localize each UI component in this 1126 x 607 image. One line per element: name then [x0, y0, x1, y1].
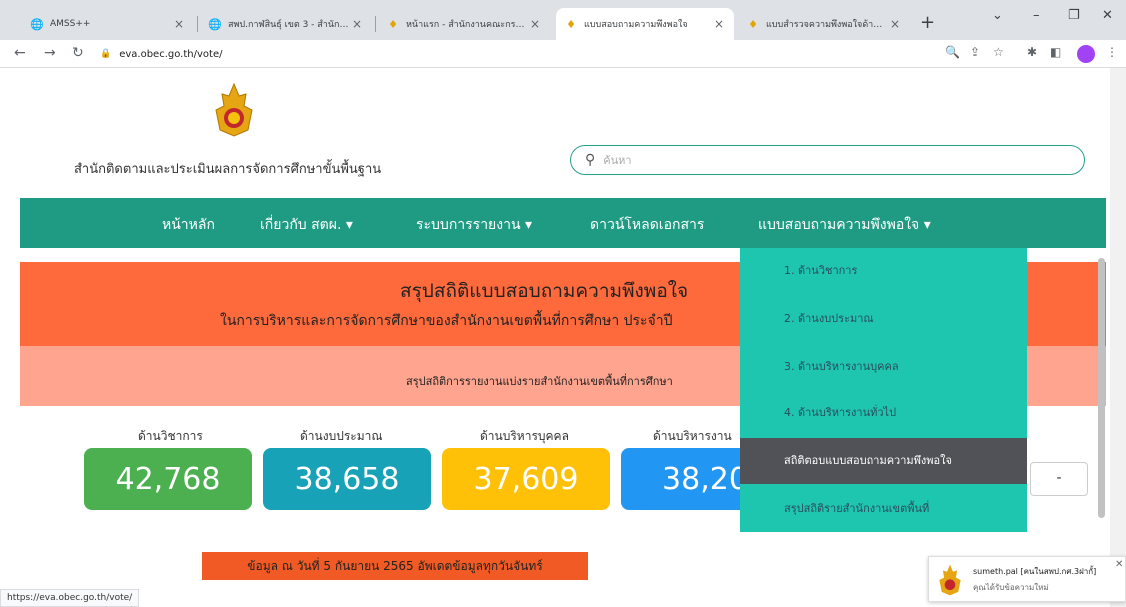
browser-tab-active[interactable]: ♦ แบบสอบถามความพึงพอใจ × — [556, 8, 734, 40]
bookmark-star-icon[interactable]: ☆ — [993, 45, 1004, 59]
main-nav: หน้าหลัก เกี่ยวกับ สตผ. ▾ ระบบการรายงาน … — [20, 198, 1106, 248]
select-box[interactable]: - — [1030, 462, 1088, 496]
dropdown-item-budget[interactable]: 2. ด้านงบประมาณ — [740, 296, 1027, 342]
close-tab-icon[interactable]: × — [172, 17, 186, 31]
stat-label: ด้านวิชาการ — [138, 429, 203, 443]
close-tab-icon[interactable]: × — [350, 17, 364, 31]
tab-title: AMSS++ — [50, 19, 91, 29]
extensions-icon[interactable]: ✱ — [1027, 45, 1037, 59]
close-tab-icon[interactable]: × — [888, 17, 902, 31]
nav-reports[interactable]: ระบบการรายงาน ▾ — [416, 214, 532, 236]
dropdown-item-academic[interactable]: 1. ด้านวิชาการ — [740, 248, 1027, 294]
url-text: eva.obec.go.th/vote/ — [119, 48, 223, 60]
menu-icon[interactable]: ⋮ — [1106, 45, 1118, 59]
notification-sender: sumeth.pal [คนในสพป.กศ.3ฝากั้] — [973, 567, 1097, 576]
dropdown-item-personnel[interactable]: 3. ด้านบริหารงานบุคคล — [740, 344, 1027, 390]
browser-tab[interactable]: ♦ หน้าแรก - สำนักงานคณะกรรมการ × — [378, 8, 550, 40]
search-placeholder: ค้นหา — [603, 154, 632, 167]
inner-scrollbar-thumb[interactable] — [1098, 258, 1105, 518]
stat-label: ด้านบริหารงาน — [653, 429, 732, 443]
tab-title: แบบสำรวจความพึงพอใจด้านวิชาการ — [766, 20, 888, 30]
dropdown-item-area-summary[interactable]: สรุปสถิติรายสำนักงานเขตพื้นที่ — [740, 486, 1027, 532]
minimize-icon[interactable]: – — [1033, 8, 1040, 23]
org-name: สำนักติดตามและประเมินผลการจัดการศึกษาขั้… — [74, 162, 382, 177]
tab-title: สพป.กาฬสินธุ์ เขต 3 - สำนักงาน — [228, 20, 350, 30]
globe-icon: 🌐 — [208, 17, 222, 31]
stat-budget: 38,658 — [263, 448, 431, 510]
tab-separator — [375, 16, 376, 32]
stat-personnel: 37,609 — [442, 448, 610, 510]
browser-tab-bar: 🌐 AMSS++ × 🌐 สพป.กาฬสินธุ์ เขต 3 - สำนัก… — [0, 0, 1126, 40]
data-date-bar: ข้อมูล ณ วันที่ 5 กันยายน 2565 อัพเดตข้อ… — [202, 552, 588, 580]
close-tab-icon[interactable]: × — [528, 17, 542, 31]
reload-icon[interactable]: ↻ — [72, 45, 84, 61]
tab-title: หน้าแรก - สำนักงานคณะกรรมการ — [406, 20, 528, 30]
status-url: https://eva.obec.go.th/vote/ — [0, 589, 140, 607]
obec-logo-icon — [939, 564, 961, 596]
nav-downloads[interactable]: ดาวน์โหลดเอกสาร — [590, 214, 704, 236]
nav-about[interactable]: เกี่ยวกับ สตผ. ▾ — [260, 214, 353, 236]
close-tab-icon[interactable]: × — [712, 17, 726, 31]
obec-logo-icon: ♦ — [566, 17, 576, 31]
tab-search-icon[interactable]: ⌄ — [992, 8, 1003, 23]
forward-icon[interactable]: → — [44, 45, 56, 61]
nav-satisfaction-survey[interactable]: แบบสอบถามความพึงพอใจ ▾ — [758, 214, 931, 236]
globe-icon: 🌐 — [30, 17, 44, 31]
share-icon[interactable]: ⇪ — [970, 45, 980, 59]
stat-academic: 42,768 — [84, 448, 252, 510]
close-icon[interactable]: ✕ — [1115, 559, 1123, 570]
address-bar[interactable]: 🔒 eva.obec.go.th/vote/ — [100, 43, 1000, 65]
browser-tab[interactable]: 🌐 AMSS++ × — [22, 8, 194, 40]
browser-toolbar: ← → ↻ 🔒 eva.obec.go.th/vote/ 🔍 ⇪ ☆ ✱ ◧ ⋮ — [0, 40, 1126, 68]
stat-label: ด้านงบประมาณ — [300, 429, 383, 443]
banner-title: สรุปสถิติแบบสอบถามความพึงพอใจ — [400, 280, 689, 302]
survey-dropdown-menu: 1. ด้านวิชาการ 2. ด้านงบประมาณ 3. ด้านบร… — [740, 248, 1027, 532]
nav-home[interactable]: หน้าหลัก — [162, 214, 215, 236]
restore-icon[interactable]: ❐ — [1068, 8, 1080, 23]
zoom-icon[interactable]: 🔍 — [945, 45, 960, 59]
notification-message: คุณได้รับข้อความใหม่ — [973, 583, 1049, 592]
dropdown-item-response-stats[interactable]: สถิติตอบแบบสอบถามความพึงพอใจ — [740, 438, 1027, 484]
tab-separator — [197, 16, 198, 32]
browser-tab[interactable]: ♦ แบบสำรวจความพึงพอใจด้านวิชาการ × — [738, 8, 910, 40]
page-scrollbar[interactable] — [1110, 68, 1126, 607]
side-panel-icon[interactable]: ◧ — [1050, 45, 1061, 59]
lock-icon: 🔒 — [100, 49, 112, 59]
obec-logo-icon: ♦ — [748, 17, 758, 31]
tab-title: แบบสอบถามความพึงพอใจ — [584, 20, 688, 30]
dropdown-item-general-admin[interactable]: 4. ด้านบริหารงานทั่วไป — [740, 390, 1027, 436]
search-input[interactable]: ⚲ ค้นหา — [570, 145, 1085, 175]
profile-avatar[interactable] — [1077, 45, 1095, 63]
new-tab-button[interactable]: + — [920, 12, 935, 33]
close-window-icon[interactable]: ✕ — [1102, 8, 1113, 23]
banner-subtitle: ในการบริหารและการจัดการศึกษาของสำนักงานเ… — [220, 313, 673, 329]
chat-notification[interactable]: sumeth.pal [คนในสพป.กศ.3ฝากั้] คุณได้รับ… — [928, 556, 1126, 602]
obec-logo-icon: ♦ — [388, 17, 398, 31]
stat-label: ด้านบริหารบุคคล — [480, 429, 569, 443]
search-icon: ⚲ — [585, 152, 596, 168]
section-title: สรุปสถิติการรายงานแบ่งรายสำนักงานเขตพื้น… — [406, 375, 673, 388]
obec-logo-icon — [215, 82, 253, 137]
browser-tab[interactable]: 🌐 สพป.กาฬสินธุ์ เขต 3 - สำนักงาน × — [200, 8, 372, 40]
back-icon[interactable]: ← — [14, 45, 26, 61]
